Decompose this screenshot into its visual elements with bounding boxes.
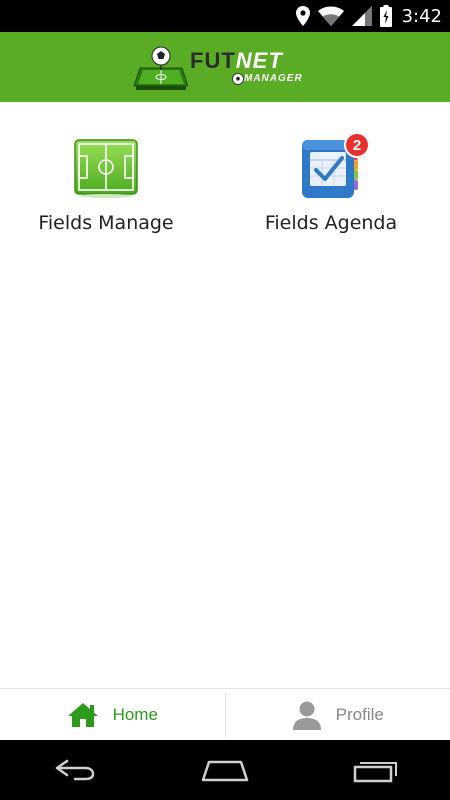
wifi-icon — [317, 6, 344, 26]
logo-title: FUTNET — [190, 48, 283, 74]
house-icon — [67, 703, 98, 727]
logo-net-text: NET — [235, 48, 283, 73]
recents-button[interactable] — [345, 750, 405, 790]
bottom-navigation: Home Profile — [0, 688, 450, 741]
battery-icon — [379, 5, 392, 27]
back-icon — [55, 759, 95, 781]
logo-ball-icon — [232, 73, 244, 85]
fields-agenda-tile[interactable]: 2 Fields Agenda — [231, 132, 431, 234]
status-time: 3:42 — [401, 5, 442, 27]
recents-icon — [353, 762, 397, 783]
back-button[interactable] — [45, 750, 105, 790]
location-icon — [295, 6, 310, 26]
nav-home-label: Home — [112, 705, 158, 724]
fields-manage-tile[interactable]: Fields Manage — [6, 138, 206, 234]
notification-badge: 2 — [344, 132, 370, 158]
app-header: FUTNET MANAGER — [0, 32, 450, 102]
fields-agenda-label: Fields Agenda — [264, 212, 398, 234]
logo-fut-text: FUT — [190, 48, 236, 73]
main-content: Fields Manage 2 Fields Agenda — [0, 102, 450, 688]
signal-icon — [351, 6, 372, 26]
nav-profile-label: Profile — [335, 705, 384, 724]
status-bar: 3:42 — [0, 0, 450, 32]
fields-manage-label: Fields Manage — [38, 212, 174, 234]
nav-tab-home[interactable]: Home — [0, 689, 225, 741]
logo-subtitle: MANAGER — [244, 73, 303, 84]
home-icon — [201, 760, 249, 782]
system-navigation-bar — [0, 740, 450, 800]
futnet-logo: FUTNET MANAGER — [132, 42, 322, 94]
home-button[interactable] — [195, 750, 255, 790]
nav-tab-profile[interactable]: Profile — [226, 689, 450, 741]
soccer-field-logo-icon — [133, 46, 188, 90]
user-icon — [292, 701, 321, 730]
soccer-field-icon — [73, 138, 139, 198]
status-icons: 3:42 — [295, 4, 442, 28]
calendar-check-icon: 2 — [298, 132, 370, 198]
